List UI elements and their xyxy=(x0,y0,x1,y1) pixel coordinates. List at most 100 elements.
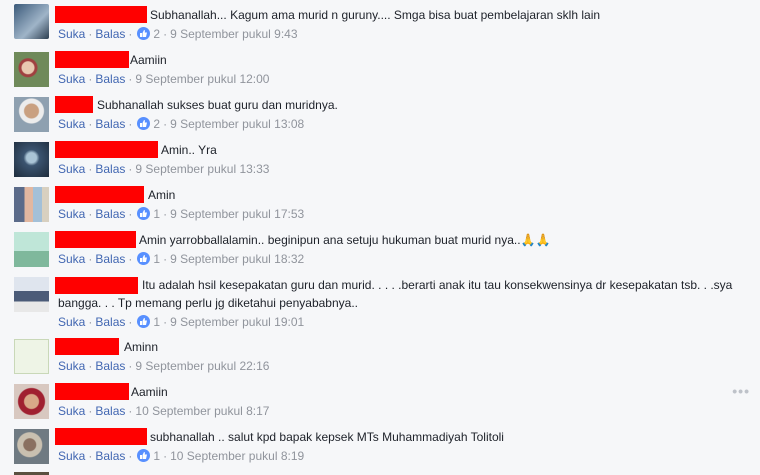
like-reaction-icon[interactable] xyxy=(137,315,151,328)
comment-actions: Suka · Balas · 1 · 9 September pukul 18:32 xyxy=(58,251,304,267)
reaction-count[interactable]: 1 xyxy=(153,207,160,221)
like-reaction-icon[interactable] xyxy=(137,27,151,40)
separator: · xyxy=(88,207,93,221)
redacted-author-name xyxy=(55,186,144,203)
separator: · xyxy=(88,252,93,266)
avatar[interactable] xyxy=(14,384,49,419)
avatar[interactable] xyxy=(14,277,49,312)
separator: · xyxy=(88,27,93,41)
comment-text: Amin yarrobballalamin.. beginipun ana se… xyxy=(139,233,551,247)
separator: · xyxy=(128,162,133,176)
like-button[interactable]: Suka xyxy=(58,72,85,86)
redacted-author-name xyxy=(55,51,129,68)
like-reaction-icon[interactable] xyxy=(137,117,151,130)
separator: · xyxy=(88,315,93,329)
avatar[interactable] xyxy=(14,187,49,222)
avatar[interactable] xyxy=(14,142,49,177)
comment-text: Subhanallah sukses buat guru dan muridny… xyxy=(97,98,338,112)
redacted-author-name xyxy=(55,231,136,248)
timestamp-link[interactable]: 9 September pukul 18:32 xyxy=(170,252,304,266)
timestamp-link[interactable]: 9 September pukul 12:00 xyxy=(135,72,269,86)
timestamp-link[interactable]: 9 September pukul 17:53 xyxy=(170,207,304,221)
timestamp-link[interactable]: 9 September pukul 13:08 xyxy=(170,117,304,131)
separator: · xyxy=(88,449,93,463)
comment-text: Aminn xyxy=(124,340,159,354)
like-button[interactable]: Suka xyxy=(58,117,85,131)
reply-button[interactable]: Balas xyxy=(95,27,125,41)
separator: · xyxy=(163,315,168,329)
separator: · xyxy=(128,315,133,329)
separator: · xyxy=(88,404,93,418)
comment-actions: Suka · Balas · 2 · 9 September pukul 13:08 xyxy=(58,116,304,132)
like-button[interactable]: Suka xyxy=(58,449,85,463)
comment-text: Amin xyxy=(148,188,176,202)
like-button[interactable]: Suka xyxy=(58,207,85,221)
separator: · xyxy=(88,162,93,176)
separator: · xyxy=(163,449,168,463)
separator: · xyxy=(128,252,133,266)
like-button[interactable]: Suka xyxy=(58,404,85,418)
redacted-author-name xyxy=(55,383,129,400)
reaction-count[interactable]: 1 xyxy=(153,315,160,329)
avatar[interactable] xyxy=(14,429,49,464)
comment-actions: Suka · Balas · 1 · 10 September pukul 8:19 xyxy=(58,448,304,464)
timestamp-link[interactable]: 9 September pukul 9:43 xyxy=(170,27,297,41)
separator: · xyxy=(128,72,133,86)
comment-actions: Suka · Balas · 1 · 9 September pukul 19:01 xyxy=(58,314,304,330)
comment-actions: Suka · Balas · 2 · 9 September pukul 9:43 xyxy=(58,26,298,42)
reaction-count[interactable]: 1 xyxy=(153,449,160,463)
reaction-count[interactable]: 1 xyxy=(153,252,160,266)
comment-actions: Suka · Balas · 9 September pukul 13:33 xyxy=(58,161,269,177)
avatar[interactable] xyxy=(14,97,49,132)
timestamp-link[interactable]: 9 September pukul 13:33 xyxy=(135,162,269,176)
like-reaction-icon[interactable] xyxy=(137,449,151,462)
like-button[interactable]: Suka xyxy=(58,162,85,176)
comment-text: subhanallah .. salut kpd bapak kepsek MT… xyxy=(150,430,504,444)
redacted-author-name xyxy=(55,96,93,113)
timestamp-link[interactable]: 9 September pukul 22:16 xyxy=(135,359,269,373)
separator: · xyxy=(128,117,133,131)
like-reaction-icon[interactable] xyxy=(137,252,151,265)
timestamp-link[interactable]: 10 September pukul 8:17 xyxy=(135,404,269,418)
separator: · xyxy=(128,449,133,463)
more-options-icon[interactable]: ••• xyxy=(732,383,750,399)
like-button[interactable]: Suka xyxy=(58,252,85,266)
comment-text: Aamiin xyxy=(130,53,167,67)
separator: · xyxy=(163,117,168,131)
like-button[interactable]: Suka xyxy=(58,359,85,373)
comment-text: Itu adalah hsil kesepakatan guru dan mur… xyxy=(58,278,733,310)
separator: · xyxy=(128,404,133,418)
reaction-count[interactable]: 2 xyxy=(153,117,160,131)
comment-actions: Suka · Balas · 9 September pukul 22:16 xyxy=(58,358,269,374)
avatar[interactable] xyxy=(14,4,49,39)
reply-button[interactable]: Balas xyxy=(95,162,125,176)
avatar[interactable] xyxy=(14,52,49,87)
comment-text: Aamiin xyxy=(131,385,168,399)
separator: · xyxy=(163,207,168,221)
reply-button[interactable]: Balas xyxy=(95,404,125,418)
separator: · xyxy=(88,359,93,373)
separator: · xyxy=(163,252,168,266)
like-button[interactable]: Suka xyxy=(58,315,85,329)
redacted-author-name xyxy=(55,338,119,355)
timestamp-link[interactable]: 10 September pukul 8:19 xyxy=(170,449,304,463)
reply-button[interactable]: Balas xyxy=(95,117,125,131)
reply-button[interactable]: Balas xyxy=(95,252,125,266)
reaction-count[interactable]: 2 xyxy=(153,27,160,41)
like-button[interactable]: Suka xyxy=(58,27,85,41)
reply-button[interactable]: Balas xyxy=(95,359,125,373)
redacted-author-name xyxy=(55,141,158,158)
timestamp-link[interactable]: 9 September pukul 19:01 xyxy=(170,315,304,329)
reply-button[interactable]: Balas xyxy=(95,449,125,463)
separator: · xyxy=(128,359,133,373)
like-reaction-icon[interactable] xyxy=(137,207,151,220)
comment-text: Subhanallah... Kagum ama murid n guruny.… xyxy=(150,8,601,22)
comment-actions: Suka · Balas · 9 September pukul 12:00 xyxy=(58,71,269,87)
separator: · xyxy=(128,207,133,221)
reply-button[interactable]: Balas xyxy=(95,72,125,86)
redacted-author-name xyxy=(55,6,147,23)
reply-button[interactable]: Balas xyxy=(95,207,125,221)
reply-button[interactable]: Balas xyxy=(95,315,125,329)
avatar[interactable] xyxy=(14,339,49,374)
avatar[interactable] xyxy=(14,232,49,267)
